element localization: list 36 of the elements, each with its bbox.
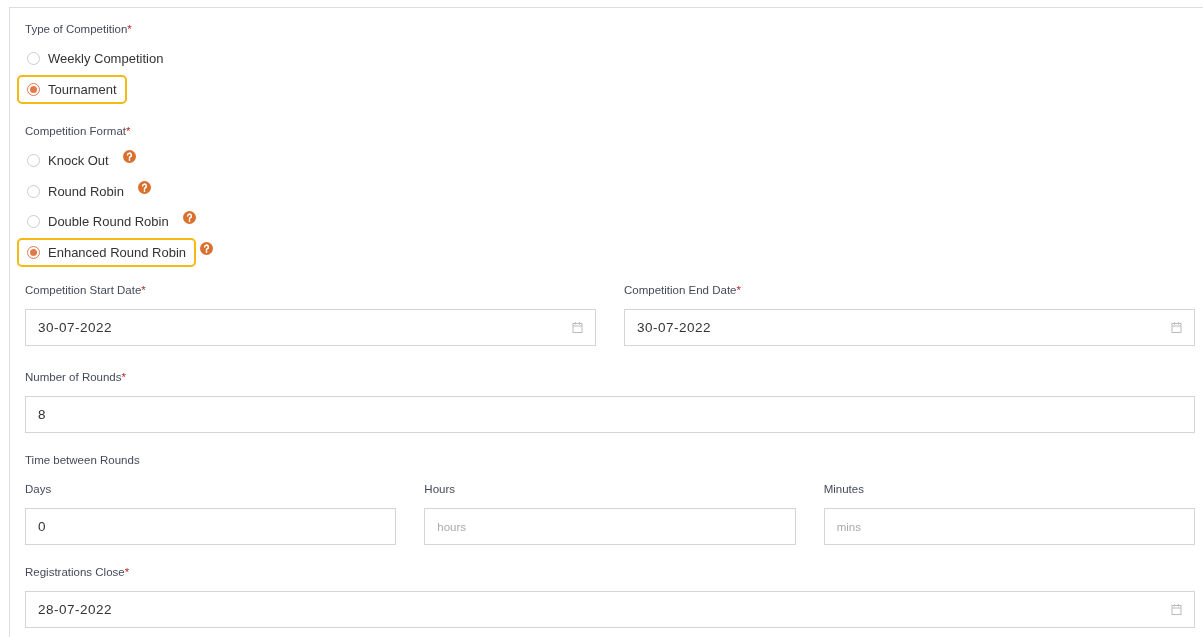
section-label: Time between Rounds	[25, 453, 140, 468]
field-label: Registrations Close	[25, 565, 125, 580]
radio-option[interactable]: Weekly Competition	[17, 44, 174, 74]
field-label: Competition Start Date	[25, 283, 142, 298]
radio-option[interactable]: Round Robin	[17, 176, 134, 206]
required-mark: *	[124, 565, 130, 580]
help-icon[interactable]	[200, 241, 214, 255]
date-field[interactable]: 30-07-2022	[25, 309, 596, 346]
required-mark: *	[736, 283, 741, 298]
input-field[interactable]: 8	[25, 396, 1195, 433]
field-label: Competition End Date	[624, 283, 737, 298]
calendar-icon[interactable]	[1171, 604, 1182, 615]
group-label: Type of Competition	[25, 22, 128, 37]
calendar-icon[interactable]	[572, 322, 583, 333]
field-label: Number of Rounds	[25, 370, 122, 385]
radio-option[interactable]: Double Round Robin	[17, 207, 179, 237]
required-mark: *	[126, 124, 131, 139]
input-field[interactable]: 0	[25, 508, 397, 545]
date-field[interactable]: 28-07-2022	[25, 591, 1195, 628]
radio-option[interactable]: Knock Out	[17, 146, 119, 176]
date-field[interactable]: 30-07-2022	[624, 309, 1195, 346]
calendar-icon[interactable]	[1171, 322, 1182, 333]
required-mark: *	[121, 370, 126, 385]
group-label: Competition Format	[25, 124, 126, 139]
radio-option[interactable]: Tournament	[17, 74, 127, 104]
help-icon[interactable]	[137, 180, 151, 194]
field-label: Minutes	[823, 482, 864, 497]
radio-option[interactable]: Enhanced Round Robin	[17, 237, 197, 267]
field-label: Days	[25, 482, 52, 497]
help-icon[interactable]	[182, 211, 196, 225]
help-icon[interactable]	[122, 150, 136, 164]
required-mark: *	[141, 283, 146, 298]
field-label: Hours	[424, 482, 455, 497]
input-field[interactable]: hours	[424, 508, 796, 545]
input-field[interactable]: mins	[823, 508, 1195, 545]
required-mark: *	[127, 22, 132, 37]
